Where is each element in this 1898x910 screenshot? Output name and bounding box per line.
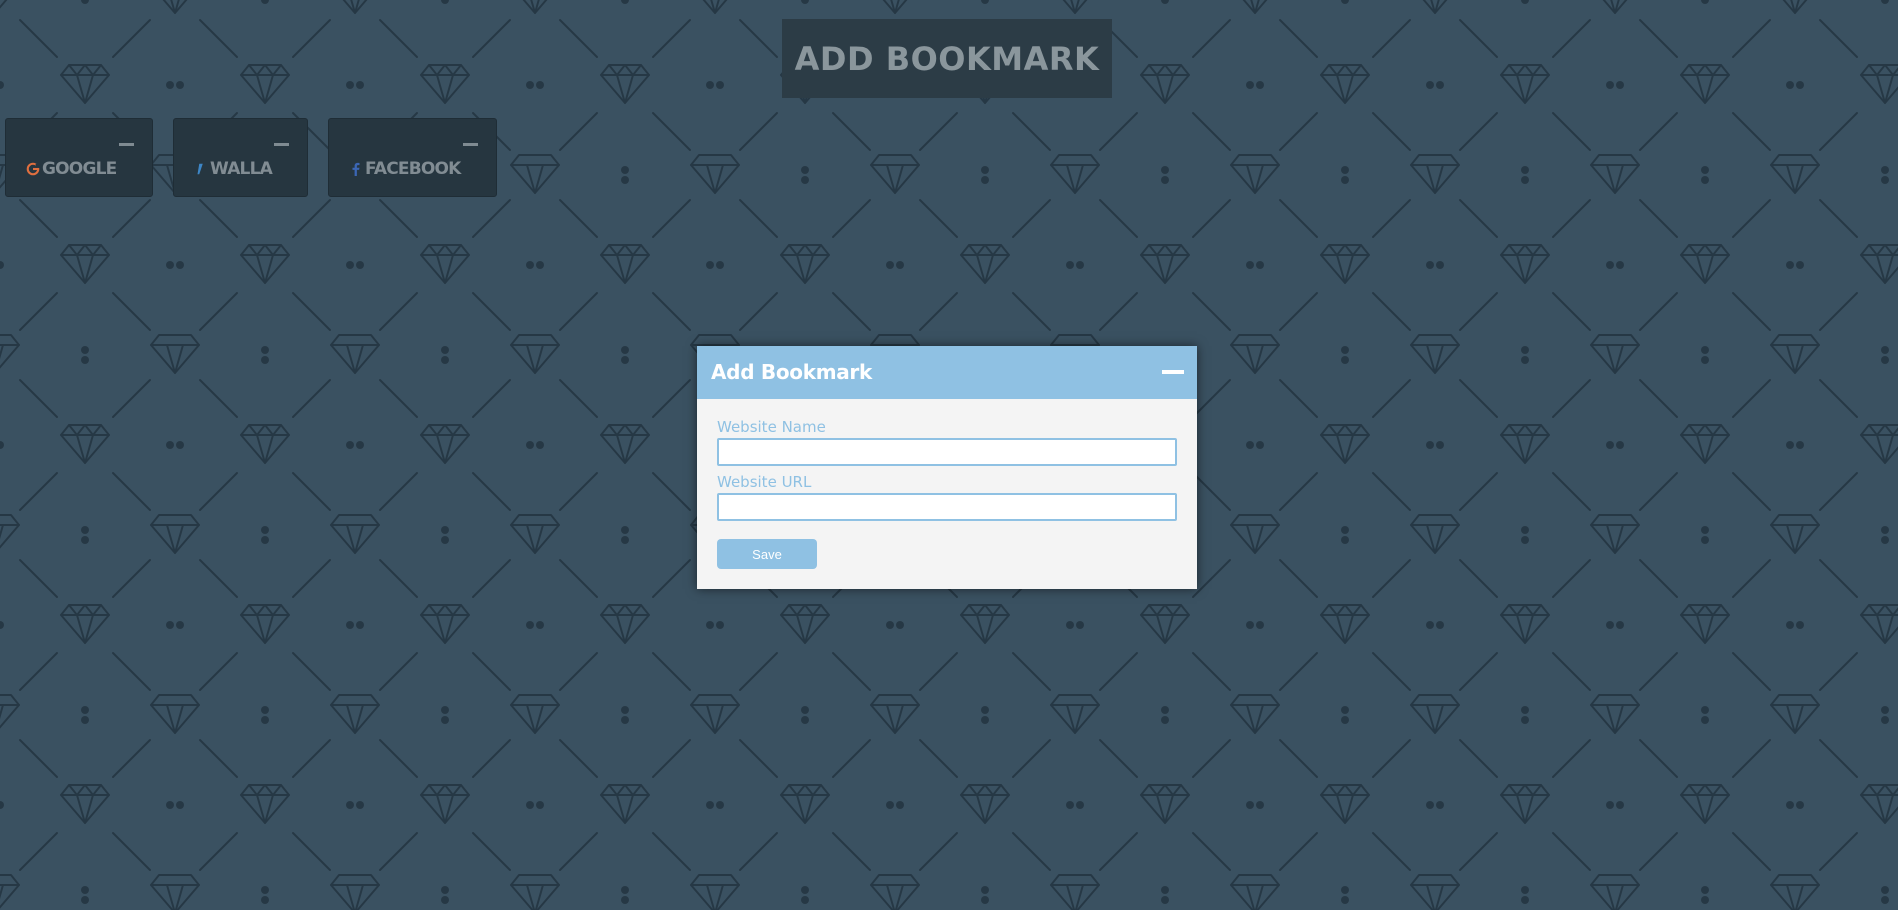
minimize-modal-icon[interactable] (1162, 370, 1184, 374)
bookmark-label: GOOGLE (42, 159, 117, 179)
bookmark-link[interactable]: GOOGLE (26, 159, 117, 179)
website-name-label: Website Name (717, 418, 826, 436)
facebook-f-icon (352, 162, 360, 176)
google-g-icon (26, 162, 40, 176)
bookmark-label: WALLA (210, 159, 273, 179)
bookmark-tile-walla[interactable]: WALLA (173, 118, 308, 197)
save-button[interactable]: Save (717, 539, 817, 569)
remove-bookmark-icon[interactable] (119, 143, 134, 146)
bookmark-tile-facebook[interactable]: FACEBOOK (328, 118, 497, 197)
walla-icon (197, 163, 203, 175)
bookmark-link[interactable]: FACEBOOK (349, 159, 461, 179)
modal-header: Add Bookmark (697, 346, 1197, 399)
remove-bookmark-icon[interactable] (274, 143, 289, 146)
remove-bookmark-icon[interactable] (463, 143, 478, 146)
bookmark-label: FACEBOOK (365, 159, 461, 179)
bookmark-tile-google[interactable]: GOOGLE (5, 118, 153, 197)
modal-title: Add Bookmark (711, 360, 872, 384)
add-bookmark-button[interactable]: ADD BOOKMARK (782, 19, 1112, 98)
website-name-input[interactable] (717, 438, 1177, 466)
website-url-label: Website URL (717, 473, 812, 491)
bookmark-link[interactable]: WALLA (194, 159, 273, 179)
page-content: ADD BOOKMARK GOOGLE WALLA FACEBOOK Add B… (0, 0, 1898, 910)
add-bookmark-modal: Add Bookmark Website Name Website URL Sa… (697, 346, 1197, 589)
website-url-input[interactable] (717, 493, 1177, 521)
